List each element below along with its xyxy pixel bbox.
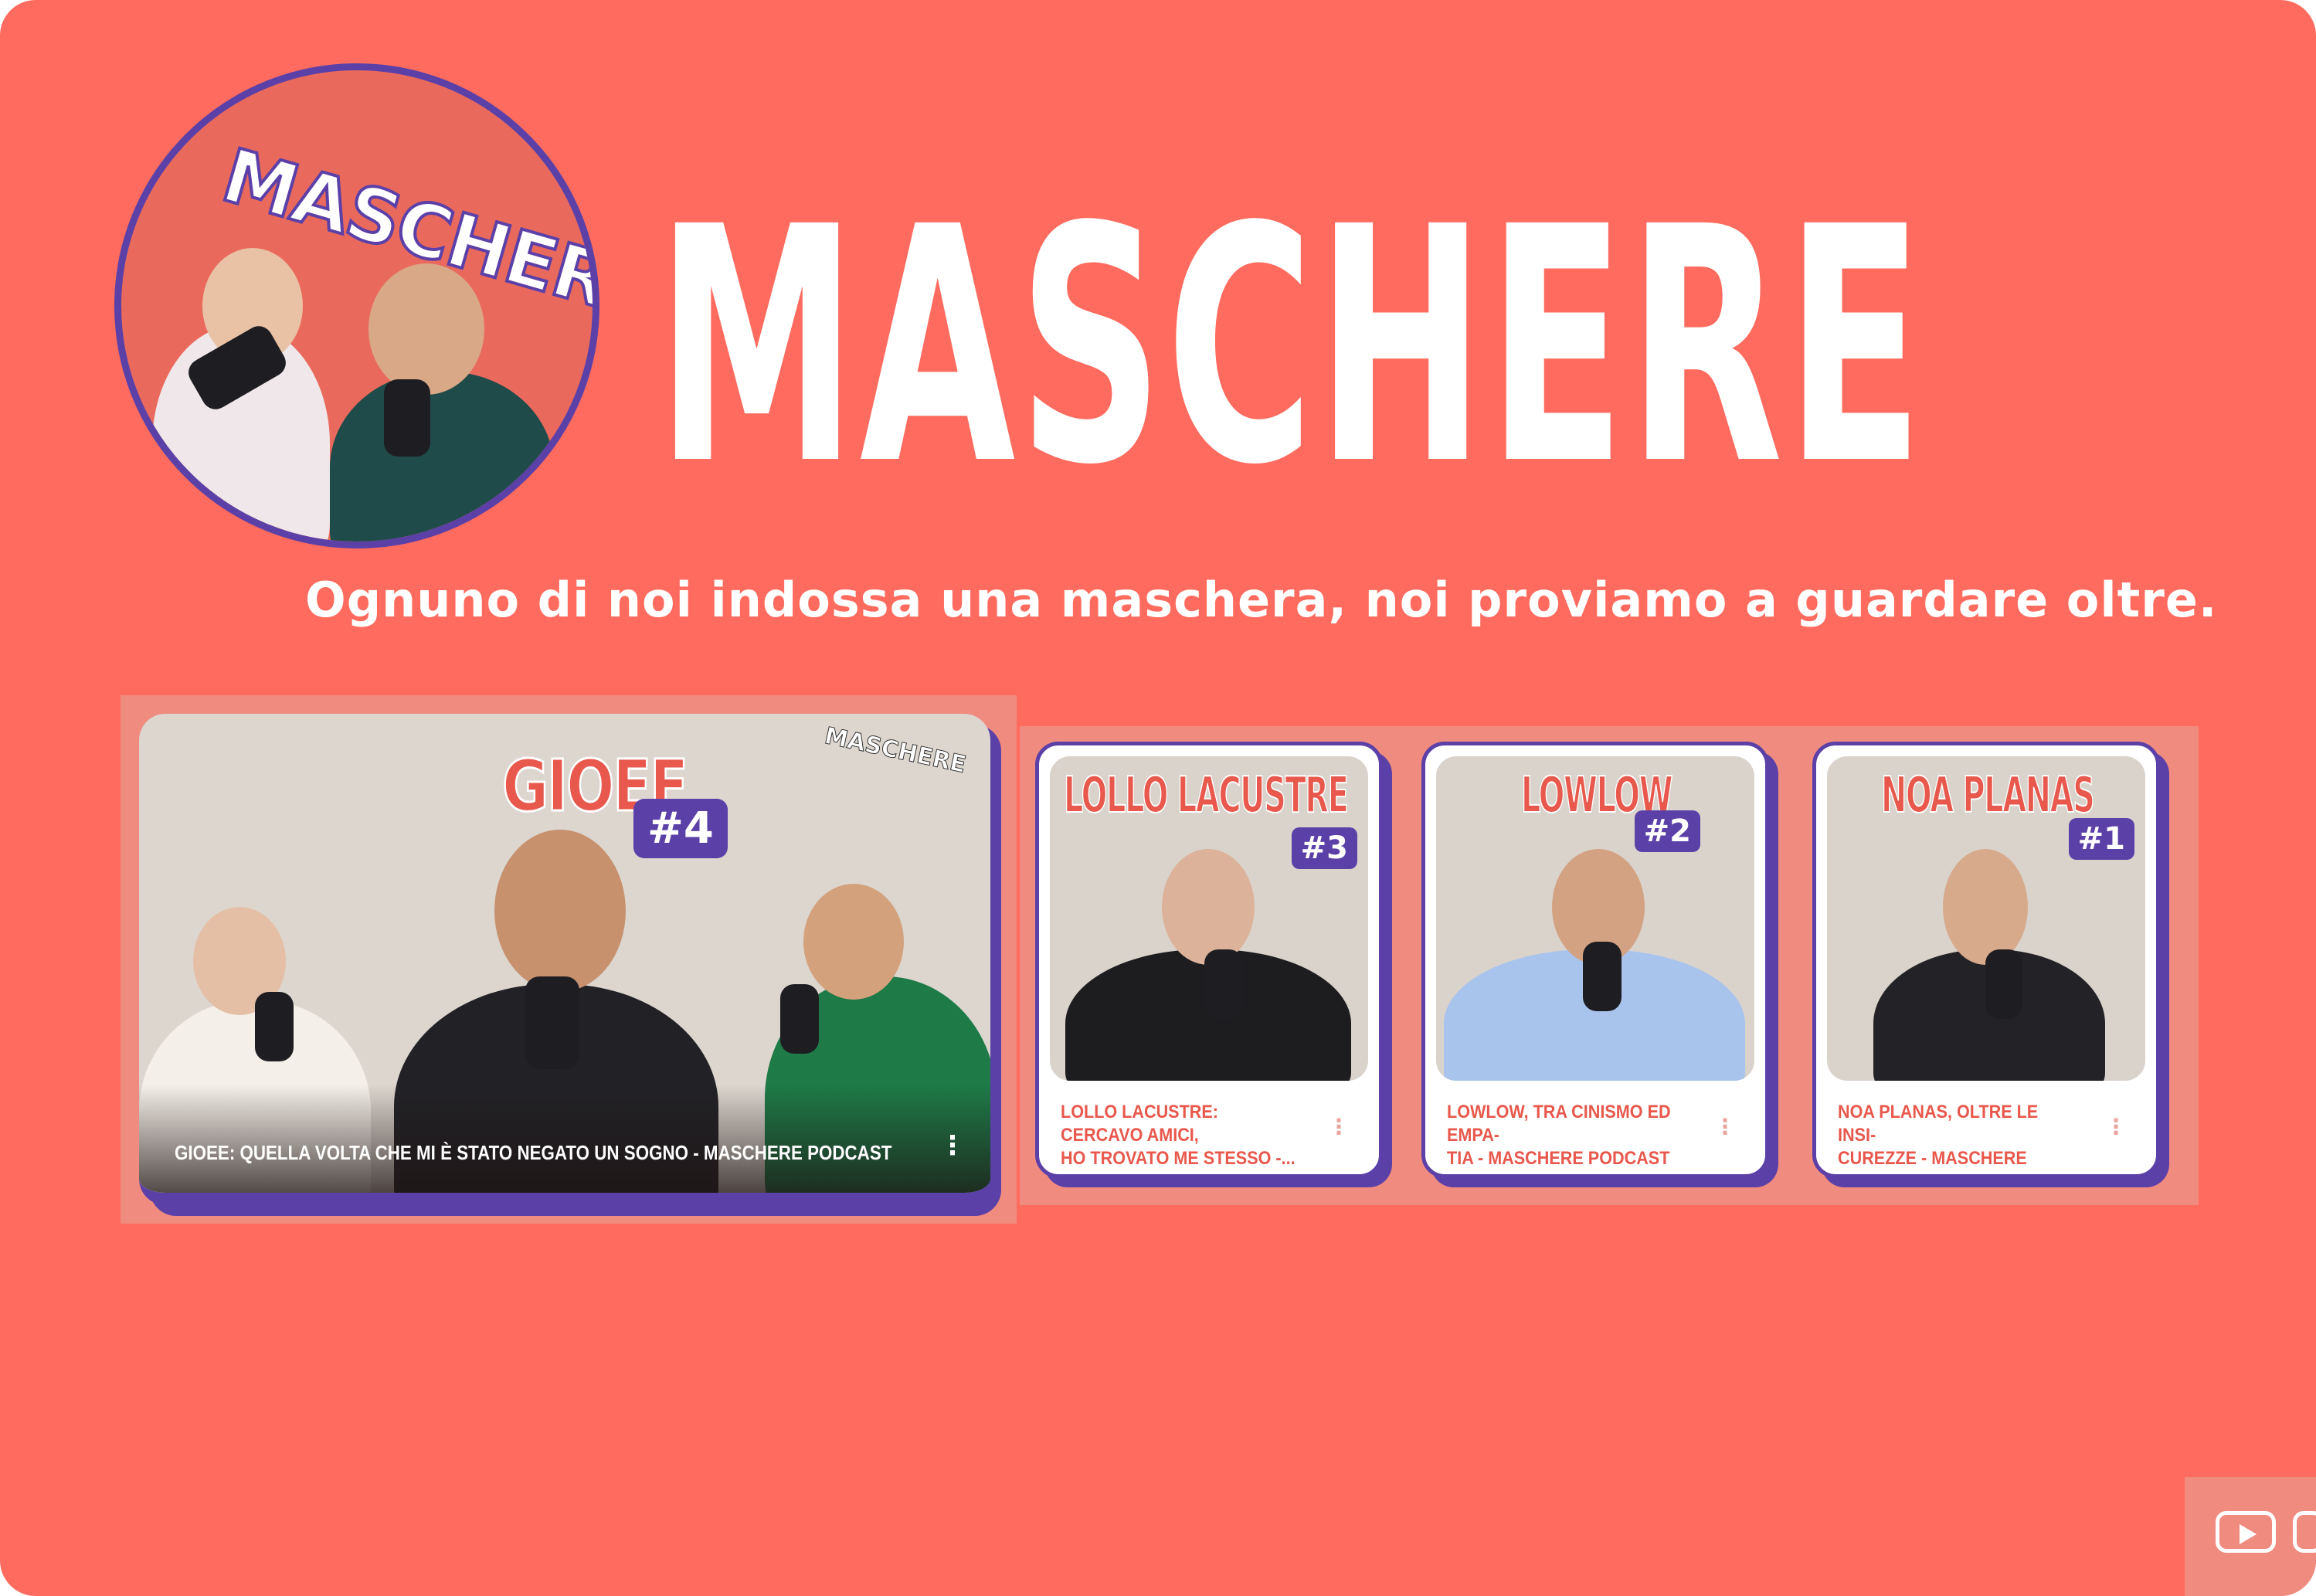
video-card-title[interactable]: LOLLO LACUSTRE: CERCAVO AMICI, HO TROVAT… — [1061, 1101, 1297, 1170]
featured-episode-number: #4 — [633, 799, 728, 858]
featured-video-title[interactable]: GIOEE: QUELLA VOLTA CHE MI È STATO NEGAT… — [175, 1141, 891, 1165]
thumb-person-right-head — [803, 884, 904, 1000]
channel-tagline: Ognuno di noi indossa una maschera, noi … — [305, 572, 2218, 628]
card-episode-number: #2 — [1634, 810, 1700, 852]
card-episode-name: LOLLO LACUSTRE — [1063, 766, 1349, 825]
card-episode-number: #1 — [2068, 818, 2134, 860]
video-card-title-line: LOWLOW, TRA CINISMO ED EMPA- — [1447, 1102, 1671, 1146]
video-card-wrapper: LOLLO LACUSTRE #3 LOLLO LACUSTRE: CERCAV… — [1020, 726, 1421, 1205]
featured-video-container: GIOEE #4 MASCHERE GIOEE: QUELLA VOLTA CH… — [121, 695, 1017, 1224]
kebab-menu-icon[interactable]: ⋮ — [2105, 1116, 2127, 1138]
card-episode-number: #3 — [1291, 827, 1357, 869]
video-card-wrapper: NOA PLANAS #1 NOA PLANAS, OLTRE LE INSI-… — [1797, 726, 2199, 1205]
youtube-next-icon[interactable] — [2293, 1511, 2316, 1553]
play-triangle-icon — [2240, 1524, 2257, 1544]
video-card-title-line: TIA - MASCHERE PODCAST — [1447, 1148, 1670, 1169]
card-mic — [1985, 949, 2022, 1019]
youtube-play-icon[interactable] — [2216, 1511, 2276, 1553]
thumb-mic-right — [780, 984, 819, 1054]
channel-banner: MASCHERE MASCHERE Ognuno di noi indossa … — [0, 0, 2316, 1596]
card-person-head — [1162, 849, 1255, 965]
thumb-mic-left — [255, 992, 294, 1061]
featured-channel-mark: MASCHERE — [822, 722, 969, 779]
video-card-title[interactable]: LOWLOW, TRA CINISMO ED EMPA- TIA - MASCH… — [1447, 1101, 1683, 1170]
video-card[interactable]: LOLLO LACUSTRE #3 LOLLO LACUSTRE: CERCAV… — [1035, 742, 1383, 1178]
logo-wordmark: MASCHERE — [657, 158, 1927, 536]
featured-video-thumbnail[interactable]: GIOEE #4 MASCHERE GIOEE: QUELLA VOLTA CH… — [139, 714, 990, 1205]
card-mic — [1583, 942, 1622, 1011]
featured-title-overlay — [139, 1085, 990, 1193]
video-card-title-line: LOLLO LACUSTRE: CERCAVO AMICI, — [1061, 1102, 1218, 1146]
kebab-menu-icon[interactable]: ⋮ — [1328, 1116, 1350, 1138]
kebab-menu-icon[interactable]: ⋮ — [939, 1132, 966, 1159]
video-card-title-line: NOA PLANAS, OLTRE LE INSI- — [1838, 1102, 2039, 1146]
channel-avatar[interactable]: MASCHERE — [114, 63, 599, 548]
video-card-thumbnail[interactable]: LOWLOW #2 — [1436, 756, 1754, 1081]
video-card-wrapper: LOWLOW #2 LOWLOW, TRA CINISMO ED EMPA- T… — [1406, 726, 1808, 1205]
card-episode-name: NOA PLANAS — [1880, 766, 2095, 825]
avatar-person-right — [330, 372, 554, 542]
video-card-title-line: HO TROVATO ME STESSO -... — [1061, 1148, 1296, 1169]
video-card-thumbnail[interactable]: NOA PLANAS #1 — [1827, 756, 2145, 1081]
video-card[interactable]: NOA PLANAS #1 NOA PLANAS, OLTRE LE INSI-… — [1812, 742, 2160, 1178]
thumb-mic-center — [525, 976, 579, 1069]
video-card-thumbnail[interactable]: LOLLO LACUSTRE #3 — [1050, 756, 1368, 1081]
youtube-link-area[interactable] — [2185, 1477, 2316, 1596]
avatar-mic-right — [384, 379, 430, 457]
avatar-person-right-head — [368, 263, 484, 395]
kebab-menu-icon[interactable]: ⋮ — [1714, 1116, 1736, 1138]
card-mic — [1204, 949, 1243, 1019]
card-person-head — [1943, 849, 2028, 965]
video-card-title-line: CUREZZE - MASCHERE PODCAST — [1838, 1148, 2027, 1174]
video-card[interactable]: LOWLOW #2 LOWLOW, TRA CINISMO ED EMPA- T… — [1421, 742, 1769, 1178]
maschere-logo: MASCHERE — [641, 108, 1924, 541]
thumb-person-center-head — [494, 830, 626, 992]
video-card-title[interactable]: NOA PLANAS, OLTRE LE INSI- CUREZZE - MAS… — [1838, 1101, 2074, 1174]
